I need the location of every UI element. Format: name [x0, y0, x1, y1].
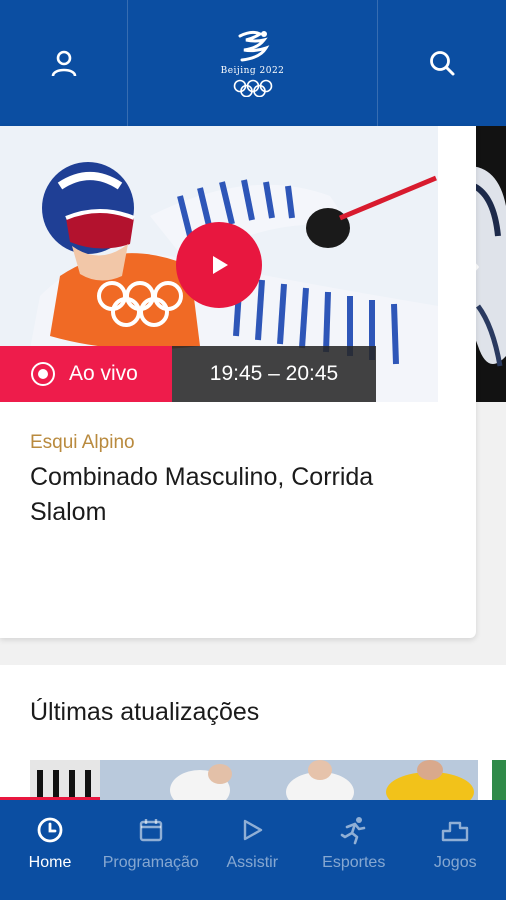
nav-item-programacao[interactable]: Programação: [100, 800, 202, 900]
next-update-thumbnail[interactable]: [492, 760, 506, 800]
olympics-logo: Beijing 2022: [128, 0, 378, 126]
featured-event-card[interactable]: Ao vivo 19:45 – 20:45 Esqui Alpino Combi…: [0, 126, 476, 638]
beijing-emblem-icon: [238, 30, 269, 61]
bottom-navigation: Home Programação Assistir Esportes Jogos: [0, 800, 506, 900]
latest-updates-section: Últimas atualizações: [0, 665, 506, 800]
calendar-icon: [139, 819, 162, 842]
live-indicator-icon: [31, 362, 55, 386]
nav-item-esportes[interactable]: Esportes: [303, 800, 405, 900]
person-icon: [51, 50, 76, 77]
event-sport: Esqui Alpino: [30, 432, 135, 453]
hockey-image: [30, 760, 478, 800]
nav-label: Esportes: [322, 854, 386, 871]
play-button[interactable]: [176, 222, 262, 308]
event-title: Combinado Masculino, Corrida Slalom: [30, 463, 374, 526]
update-thumbnail[interactable]: [30, 760, 478, 800]
nav-label: Jogos: [433, 854, 477, 871]
nav-label: Programação: [102, 854, 199, 871]
nav-item-assistir[interactable]: Assistir: [202, 800, 304, 900]
top-header: Beijing 2022: [0, 0, 506, 126]
nav-label: Assistir: [226, 854, 279, 871]
live-label: Ao vivo: [69, 362, 138, 385]
olympic-rings-icon: [233, 79, 272, 97]
clock-icon: [37, 817, 63, 843]
play-outline-icon: [244, 819, 263, 841]
featured-video-thumbnail[interactable]: Ao vivo 19:45 – 20:45: [0, 126, 438, 402]
nav-item-home[interactable]: Home: [0, 800, 100, 900]
nav-label: Home: [28, 854, 72, 871]
profile-button[interactable]: [0, 0, 128, 126]
search-icon: [430, 51, 455, 76]
athlete-icon: [340, 817, 366, 845]
play-icon: [213, 256, 228, 274]
event-time-range: 19:45 – 20:45: [172, 346, 376, 402]
nav-item-jogos[interactable]: Jogos: [405, 800, 506, 900]
podium-icon: [442, 821, 469, 842]
section-title: Últimas atualizações: [30, 698, 260, 726]
live-badge: Ao vivo: [0, 346, 172, 402]
logo-text: Beijing 2022: [220, 65, 285, 76]
search-button[interactable]: [378, 0, 506, 126]
